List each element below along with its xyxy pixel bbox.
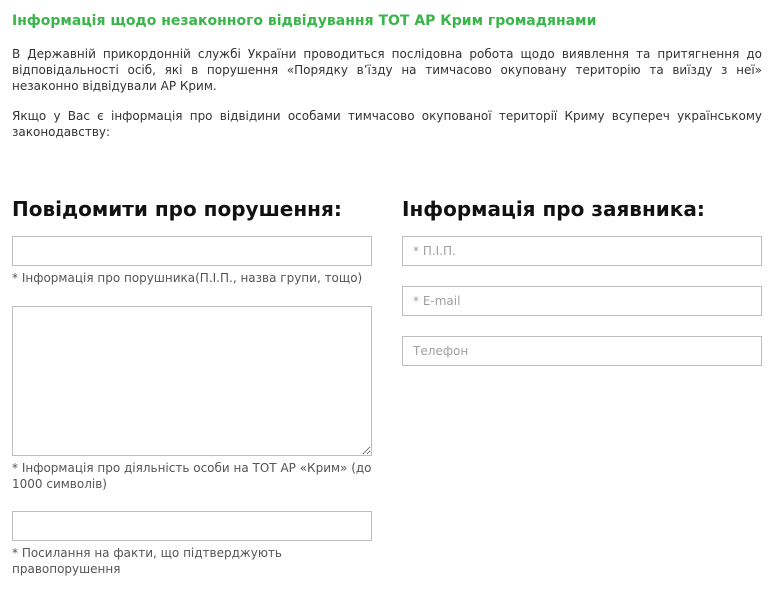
- intro-paragraph: В Державній прикордонній службі України …: [12, 47, 762, 93]
- applicant-name-input[interactable]: [402, 236, 762, 266]
- instruction-paragraph: Якщо у Вас є інформація про відвідини ос…: [12, 109, 762, 139]
- evidence-links-hint: * Посилання на факти, що підтверджують п…: [12, 546, 282, 576]
- violator-info-input[interactable]: [12, 236, 372, 266]
- applicant-phone-input[interactable]: [402, 336, 762, 366]
- applicant-email-input[interactable]: [402, 286, 762, 316]
- violator-info-hint: * Інформація про порушника(П.І.П., назва…: [12, 271, 363, 285]
- report-section-heading: Повідомити про порушення:: [12, 197, 342, 221]
- page-title: Інформація щодо незаконного відвідування…: [12, 13, 597, 29]
- evidence-links-input[interactable]: [12, 511, 372, 541]
- applicant-section-heading: Інформація про заявника:: [402, 197, 705, 221]
- activity-info-textarea[interactable]: [12, 306, 372, 456]
- activity-info-hint: * Інформація про діяльність особи на ТОТ…: [12, 461, 372, 491]
